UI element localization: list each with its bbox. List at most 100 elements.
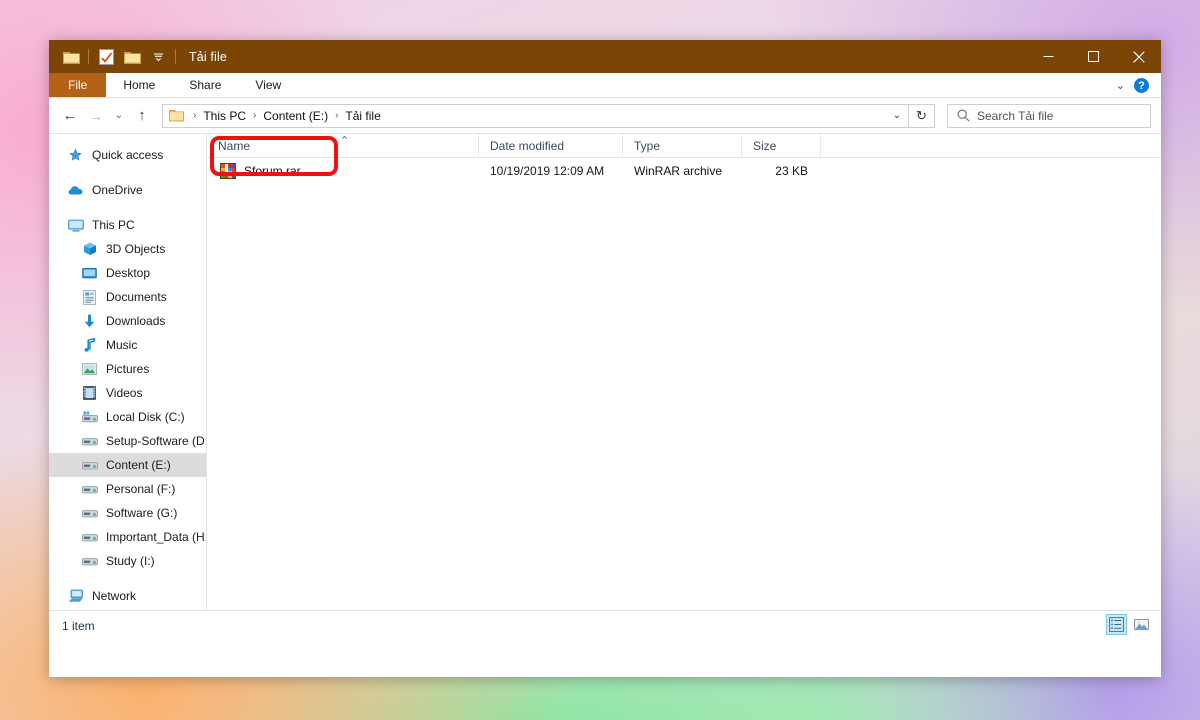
sidebar-item-pictures[interactable]: Pictures (49, 357, 206, 381)
breadcrumb-tai-file[interactable]: Tải file (342, 109, 383, 123)
address-dropdown-chevron-icon[interactable]: ⌄ (886, 105, 908, 127)
quick-access-toolbar (49, 46, 180, 68)
column-header-row: Name ⌃ Date modified Type Size (207, 134, 1161, 158)
cube-icon (81, 242, 98, 256)
details-view-button[interactable] (1106, 614, 1127, 635)
breadcrumb-sep-0: › (193, 110, 197, 121)
sidebar-item-documents[interactable]: Documents (49, 285, 206, 309)
new-folder-icon[interactable] (119, 46, 145, 68)
search-icon (957, 109, 970, 122)
documents-icon (81, 289, 98, 305)
drive-icon (81, 484, 98, 495)
item-count-label: 1 item (62, 618, 95, 633)
help-icon[interactable]: ? (1134, 78, 1149, 93)
sidebar-label: Desktop (106, 266, 151, 280)
column-header-type[interactable]: Type (623, 134, 742, 157)
drive-icon (81, 436, 98, 447)
breadcrumb-sep-2[interactable]: › (331, 110, 342, 121)
sidebar-item-important-data-h[interactable]: Important_Data (H:) (49, 525, 206, 549)
file-explorer-window: Tải file File Home Share View ⌄ ? ← → ⌄ … (49, 40, 1161, 677)
expand-ribbon-chevron-icon[interactable]: ⌄ (1116, 79, 1125, 92)
ribbon-tab-strip: File Home Share View ⌄ ? (49, 73, 1161, 98)
sidebar-item-desktop[interactable]: Desktop (49, 261, 206, 285)
sidebar-item-network[interactable]: Network (49, 584, 206, 608)
qat-divider-2 (175, 49, 176, 64)
navigation-pane[interactable]: Quick access OneDrive This PC 3D Objects… (49, 134, 207, 610)
column-header-size[interactable]: Size (742, 134, 821, 157)
column-header-name-label: Name (218, 138, 251, 153)
minimize-button[interactable] (1026, 40, 1071, 73)
file-list-pane[interactable]: Name ⌃ Date modified Type Size Sforum.ra… (207, 134, 1161, 610)
sidebar-item-quick-access[interactable]: Quick access (49, 143, 206, 167)
sidebar-item-study-i[interactable]: Study (I:) (49, 549, 206, 573)
sidebar-label: OneDrive (92, 183, 143, 197)
sidebar-item-music[interactable]: Music (49, 333, 206, 357)
folder-icon[interactable] (58, 46, 84, 68)
search-input[interactable]: Search Tải file (977, 109, 1053, 123)
search-box[interactable]: Search Tải file (947, 103, 1151, 128)
file-name-label: Sforum.rar (244, 164, 301, 178)
address-folder-icon (169, 109, 184, 122)
sidebar-item-videos[interactable]: Videos (49, 381, 206, 405)
column-header-name[interactable]: Name ⌃ (207, 134, 479, 157)
breadcrumb-this-pc[interactable]: This PC (200, 109, 249, 123)
film-icon (81, 386, 98, 400)
monitor-icon (67, 219, 84, 232)
sidebar-item-3d-objects[interactable]: 3D Objects (49, 237, 206, 261)
tab-share[interactable]: Share (172, 73, 238, 97)
sidebar-item-content-e[interactable]: Content (E:) (49, 453, 206, 477)
tab-file[interactable]: File (49, 73, 107, 97)
sidebar-label: Music (106, 338, 138, 352)
address-bar-row: ← → ⌄ ↑ › This PC › Content (E:) › Tải f… (49, 98, 1161, 133)
window-title: Tải file (189, 49, 228, 64)
file-name-cell[interactable]: Sforum.rar (207, 158, 479, 184)
sidebar-item-onedrive[interactable]: OneDrive (49, 178, 206, 202)
windows-drive-icon (81, 411, 98, 423)
drive-icon (81, 460, 98, 471)
sidebar-gap-1 (49, 167, 206, 178)
sidebar-item-personal-f[interactable]: Personal (F:) (49, 477, 206, 501)
sidebar-label: Quick access (92, 148, 164, 162)
view-toggle-group (1106, 614, 1152, 635)
drive-icon (81, 556, 98, 567)
sidebar-label: Documents (106, 290, 167, 304)
sidebar-item-local-disk-c[interactable]: Local Disk (C:) (49, 405, 206, 429)
sidebar-label: Pictures (106, 362, 150, 376)
tab-home[interactable]: Home (106, 73, 172, 97)
customize-chevron-icon[interactable] (145, 46, 171, 68)
breadcrumb-sep-1[interactable]: › (249, 110, 260, 121)
drive-icon (81, 508, 98, 519)
sidebar-label: This PC (92, 218, 135, 232)
maximize-button[interactable] (1071, 40, 1116, 73)
file-type-cell: WinRAR archive (634, 164, 723, 178)
properties-icon[interactable] (93, 46, 119, 68)
large-icons-view-button[interactable] (1131, 614, 1152, 635)
table-row[interactable]: Sforum.rar 10/19/2019 12:09 AM WinRAR ar… (207, 158, 1161, 184)
up-button[interactable]: ↑ (129, 103, 155, 129)
cloud-icon (67, 184, 84, 196)
breadcrumb-content-e[interactable]: Content (E:) (260, 109, 331, 123)
ribbon-right-controls: ⌄ ? (1116, 73, 1157, 98)
refresh-button[interactable]: ↻ (909, 103, 935, 128)
sidebar-label: Downloads (106, 314, 166, 328)
sidebar-item-downloads[interactable]: Downloads (49, 309, 206, 333)
sidebar-label: Study (I:) (106, 554, 155, 568)
window-controls (1026, 40, 1161, 73)
sidebar-label: Personal (F:) (106, 482, 176, 496)
star-pin-icon (67, 147, 84, 163)
sidebar-label: 3D Objects (106, 242, 166, 256)
sidebar-item-setup-software-d[interactable]: Setup-Software (D:) (49, 429, 206, 453)
sidebar-item-software-g[interactable]: Software (G:) (49, 501, 206, 525)
recent-locations-button[interactable]: ⌄ (109, 103, 129, 129)
tab-view[interactable]: View (238, 73, 298, 97)
forward-button[interactable]: → (83, 103, 109, 129)
download-arrow-icon (81, 314, 98, 329)
network-icon (67, 589, 84, 603)
address-bar[interactable]: › This PC › Content (E:) › Tải file ⌄ (162, 103, 909, 128)
back-button[interactable]: ← (57, 103, 83, 129)
title-bar: Tải file (49, 40, 1161, 73)
close-button[interactable] (1116, 40, 1161, 73)
sidebar-label: Content (E:) (106, 458, 171, 472)
column-header-date-modified[interactable]: Date modified (479, 134, 623, 157)
sidebar-item-this-pc[interactable]: This PC (49, 213, 206, 237)
